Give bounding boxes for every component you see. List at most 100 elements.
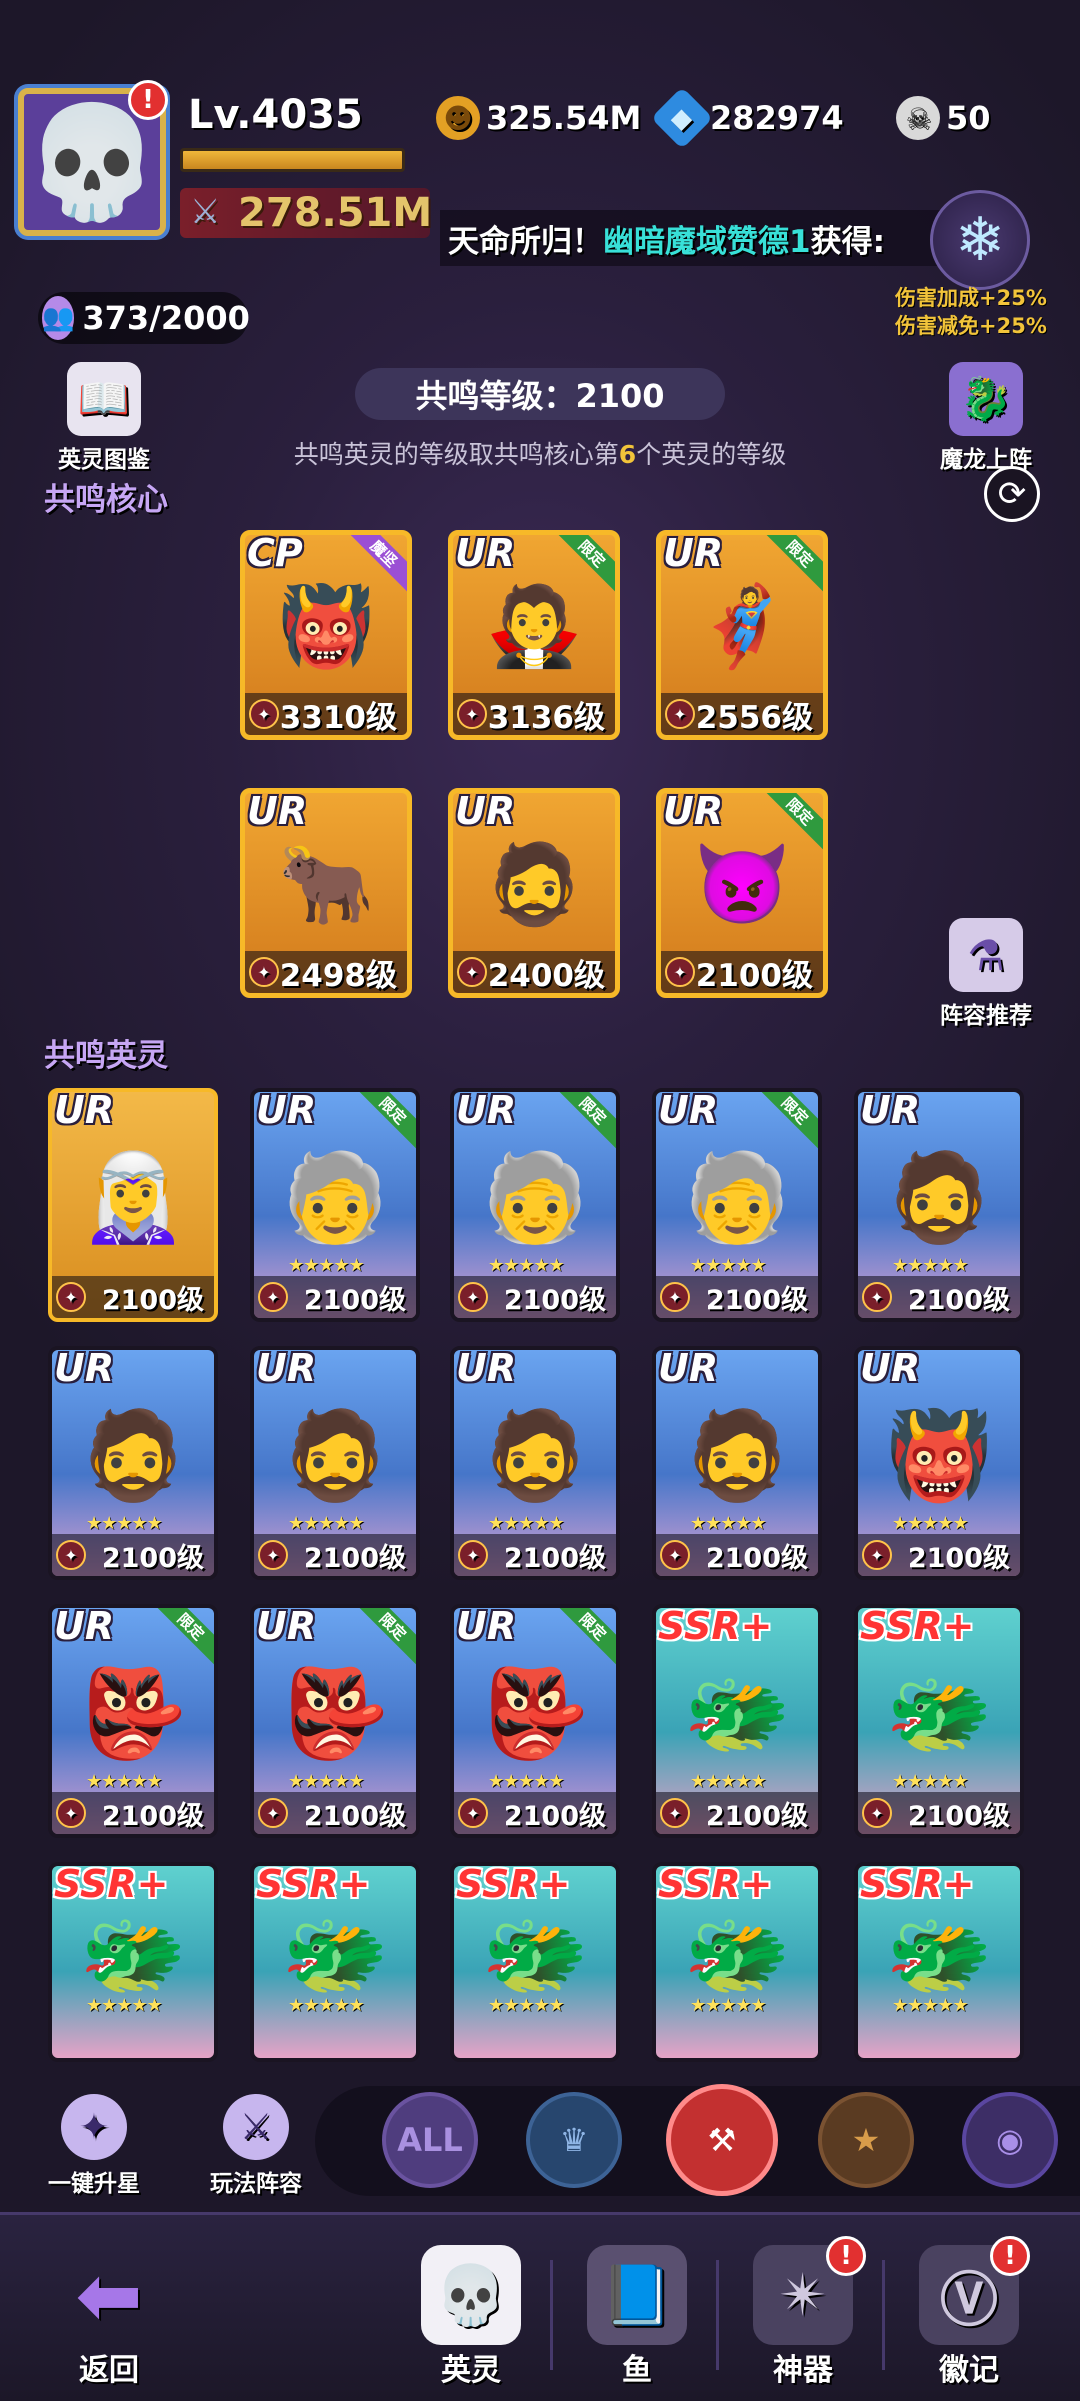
refresh-icon[interactable]: ⟳: [984, 466, 1040, 522]
mode-lineup-button[interactable]: ⚔ 玩法阵容: [186, 2094, 326, 2198]
banner-suffix: 获得:: [810, 223, 885, 260]
core-hero-card[interactable]: UR 🐂 ✦ 2498级: [240, 788, 412, 998]
faction-icon: ✦: [458, 1282, 488, 1312]
hero-card[interactable]: SSR+ 🐲 ★★★★★ ✦ 2100级: [652, 1604, 822, 1838]
skull-value: 50: [946, 99, 991, 137]
hero-card[interactable]: UR 限定 👺 ★★★★★ ✦ 2100级: [48, 1604, 218, 1838]
hero-card[interactable]: UR 🧔 ★★★★★ ✦ 2100级: [652, 1346, 822, 1580]
faction-icon: ✦: [56, 1798, 86, 1828]
snowflake-buff-icon[interactable]: ❄: [930, 190, 1030, 290]
hero-card[interactable]: UR 限定 👺 ★★★★★ ✦ 2100级: [250, 1604, 420, 1838]
hero-level-bar: ✦ 2100级: [656, 1534, 818, 1576]
fish-book-icon: 📘: [587, 2245, 687, 2345]
star-rating: ★★★★★: [288, 1255, 365, 1276]
roster-count-value: 373/2000: [82, 299, 250, 337]
diamond-icon: ◆: [650, 86, 714, 150]
rarity-badge: UR: [455, 789, 516, 833]
resonance-level: 共鸣等级：2100: [355, 368, 725, 420]
hero-level-bar: ✦ 2100级: [52, 1276, 214, 1318]
nav-fish[interactable]: 📘 鱼: [562, 2245, 712, 2389]
hero-level-bar: ✦ 2100级: [858, 1792, 1020, 1834]
hero-card[interactable]: SSR+ 🐲 ★★★★★: [652, 1862, 822, 2062]
hint-post: 个英灵的等级: [636, 440, 787, 469]
rarity-badge: SSR+: [658, 1604, 773, 1648]
star-rating: ★★★★★: [892, 1771, 969, 1792]
hero-level: 2100级: [303, 1542, 406, 1574]
hero-card[interactable]: SSR+ 🐲 ★★★★★: [450, 1862, 620, 2062]
hero-level: 2100级: [503, 1800, 606, 1832]
faction-icon: ✦: [56, 1282, 86, 1312]
player-level: Lv.4035: [188, 92, 363, 138]
hero-card[interactable]: UR 🧔 ★★★★★ ✦ 2100级: [854, 1088, 1024, 1322]
hero-card[interactable]: UR 限定 🧓 ★★★★★ ✦ 2100级: [652, 1088, 822, 1322]
rarity-badge: UR: [456, 1346, 517, 1390]
back-arrow-icon: ⬅: [75, 2248, 143, 2342]
hero-card[interactable]: SSR+ 🐲 ★★★★★: [854, 1862, 1024, 2062]
filter-star-icon[interactable]: ★: [818, 2092, 914, 2188]
sword-icon: ⚔: [190, 192, 221, 232]
hero-level-bar: ✦ 3136级: [453, 693, 615, 735]
hero-level: 2100级: [303, 1284, 406, 1316]
nav-emblem-label: 徽记: [939, 2353, 999, 2388]
filter-eye-icon[interactable]: ◉: [962, 2092, 1058, 2188]
hero-card[interactable]: SSR+ 🐲 ★★★★★ ✦ 2100级: [854, 1604, 1024, 1838]
faction-icon: ✦: [258, 1798, 288, 1828]
avatar-alert-badge: !: [128, 80, 168, 120]
hero-level: 2498级: [279, 957, 397, 994]
nav-artifact-label: 神器: [773, 2353, 833, 2388]
filter-all-button[interactable]: ALL: [382, 2092, 478, 2188]
core-hero-card[interactable]: UR 🧔 ✦ 2400级: [448, 788, 620, 998]
rarity-badge: UR: [247, 789, 308, 833]
hero-card[interactable]: UR 🧔 ★★★★★ ✦ 2100级: [48, 1346, 218, 1580]
hero-portrait-icon: 🧓: [481, 1147, 589, 1248]
gold-resource[interactable]: ☻ 325.54M: [436, 96, 641, 140]
hero-level: 3136级: [487, 699, 605, 736]
core-hero-card[interactable]: UR 限定 👿 ✦ 2100级: [656, 788, 828, 998]
hero-portrait-icon: 👿: [693, 839, 791, 930]
star-rating: ★★★★★: [288, 1771, 365, 1792]
core-hero-card[interactable]: UR 限定 🧛 ✦ 3136级: [448, 530, 620, 740]
diamond-resource[interactable]: ◆ 282974: [650, 86, 844, 150]
star-rating: ★★★★★: [690, 1771, 767, 1792]
banner-hero-name: 幽暗魔域赞德1: [603, 223, 811, 260]
hero-card[interactable]: UR 👹 ★★★★★ ✦ 2100级: [854, 1346, 1024, 1580]
rarity-badge: UR: [54, 1346, 115, 1390]
hero-card[interactable]: SSR+ 🐲 ★★★★★: [48, 1862, 218, 2062]
hero-card[interactable]: UR 🧝‍♀️ ✦ 2100级: [48, 1088, 218, 1322]
hero-card[interactable]: UR 🧔 ★★★★★ ✦ 2100级: [450, 1346, 620, 1580]
faction-icon: ✦: [660, 1282, 690, 1312]
hero-level-bar: ✦ 2100级: [661, 951, 823, 993]
one-click-star-up-button[interactable]: ✦ 一键升星: [34, 2094, 154, 2198]
hero-level: 2400级: [487, 957, 605, 994]
hero-portrait-icon: 👹: [277, 581, 375, 672]
lineup-recommend-button[interactable]: ⚗ 阵容推荐: [926, 918, 1046, 1030]
hero-level-bar: ✦ 2100级: [858, 1534, 1020, 1576]
core-hero-card[interactable]: UR 限定 🦸 ✦ 2556级: [656, 530, 828, 740]
hero-card[interactable]: UR 限定 👺 ★★★★★ ✦ 2100级: [450, 1604, 620, 1838]
skull-resource[interactable]: ☠ 50: [896, 96, 991, 140]
hero-level: 2100级: [503, 1542, 606, 1574]
hero-level-bar: ✦ 2100级: [454, 1792, 616, 1834]
rarity-badge: SSR+: [860, 1604, 975, 1648]
nav-back[interactable]: ⬅ 返回: [34, 2245, 184, 2389]
hero-portrait-icon: 🧔: [485, 839, 583, 930]
hero-level: 2100级: [101, 1284, 204, 1316]
hero-card[interactable]: UR 限定 🧓 ★★★★★ ✦ 2100级: [250, 1088, 420, 1322]
hero-card[interactable]: UR 限定 🧓 ★★★★★ ✦ 2100级: [450, 1088, 620, 1322]
filter-axes-icon[interactable]: ⚒: [666, 2084, 778, 2196]
lineup-recommend-label: 阵容推荐: [940, 1003, 1032, 1029]
nav-heroes[interactable]: 💀 英灵: [396, 2245, 546, 2389]
hero-level: 3310级: [279, 699, 397, 736]
faction-icon: ✦: [660, 1540, 690, 1570]
hero-card[interactable]: UR 🧔 ★★★★★ ✦ 2100级: [250, 1346, 420, 1580]
filter-crown-icon[interactable]: ♛: [526, 2092, 622, 2188]
faction-icon: ✦: [56, 1540, 86, 1570]
power-value: 278.51M: [238, 190, 433, 236]
star-rating: ★★★★★: [690, 1995, 767, 2016]
star-up-label: 一键升星: [48, 2171, 140, 2197]
faction-icon: ✦: [458, 1540, 488, 1570]
rarity-badge: UR: [54, 1604, 115, 1648]
core-hero-card[interactable]: CP 魔坚 👹 ✦ 3310级: [240, 530, 412, 740]
hero-card[interactable]: SSR+ 🐲 ★★★★★: [250, 1862, 420, 2062]
faction-icon: ✦: [258, 1282, 288, 1312]
